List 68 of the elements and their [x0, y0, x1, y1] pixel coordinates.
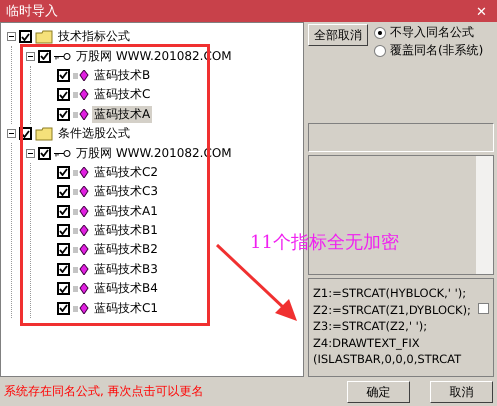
- gem-icon: [73, 89, 89, 100]
- tree-item[interactable]: 技术指标公式: [56, 28, 132, 46]
- checkbox[interactable]: [478, 303, 489, 314]
- collapse-toggle[interactable]: [26, 148, 35, 158]
- cancel-all-button[interactable]: 全部取消: [308, 24, 368, 46]
- gem-icon: [73, 206, 89, 217]
- radio-button[interactable]: [374, 44, 386, 56]
- tree-item[interactable]: 蓝码技术B3: [92, 260, 160, 278]
- code-line: (ISLASTBAR,0,0,0,STRCAT: [313, 351, 462, 368]
- gem-icon: [73, 264, 89, 275]
- gem-icon: [73, 186, 89, 198]
- window-title: 临时导入: [6, 3, 58, 20]
- collapse-toggle[interactable]: [7, 32, 16, 42]
- tree-item[interactable]: 蓝码技术B4: [92, 280, 160, 298]
- scrollbar[interactable]: [476, 156, 493, 274]
- checkbox[interactable]: [38, 146, 51, 160]
- folder-icon: [35, 126, 53, 141]
- gem-icon: [73, 70, 89, 81]
- checkbox[interactable]: [57, 88, 70, 102]
- checkbox[interactable]: [57, 243, 70, 256]
- checkbox[interactable]: [38, 50, 51, 63]
- checkbox[interactable]: [57, 282, 70, 296]
- close-button[interactable]: ✕: [472, 4, 491, 18]
- checkbox[interactable]: [57, 185, 70, 198]
- tree-item[interactable]: 蓝码技术C3: [92, 183, 160, 200]
- radio-label: 不导入同名公式: [390, 24, 474, 41]
- gem-icon: [73, 166, 89, 178]
- code-line: Z4:DRAWTEXT_FIX: [313, 334, 421, 351]
- gem-icon: [73, 225, 89, 236]
- checkbox[interactable]: [57, 68, 70, 82]
- gem-icon: [73, 244, 89, 256]
- dialog-button[interactable]: 确定: [347, 380, 410, 402]
- dialog-button[interactable]: 取消: [430, 380, 493, 402]
- code-line: Z2:=STRCAT(Z1,DYBLOCK);: [313, 302, 472, 318]
- key-icon: [54, 52, 71, 61]
- tree-item[interactable]: 蓝码技术C1: [92, 300, 160, 317]
- folder-icon: [35, 30, 53, 44]
- gem-icon: [73, 302, 89, 314]
- code-line: Z1:=STRCAT(HYBLOCK,' ');: [313, 285, 468, 302]
- checkbox[interactable]: [57, 166, 70, 179]
- minus-icon: [28, 152, 33, 154]
- radio-dot-icon: [378, 30, 382, 34]
- tree-item[interactable]: 蓝码技术A1: [92, 202, 160, 220]
- minus-icon: [9, 36, 14, 38]
- checkbox[interactable]: [19, 30, 32, 44]
- key-icon: [54, 148, 71, 158]
- tree-item[interactable]: 条件选股公式: [56, 125, 132, 142]
- checkbox[interactable]: [57, 302, 70, 315]
- tree-item[interactable]: 蓝码技术B1: [92, 222, 160, 240]
- tree-item[interactable]: 蓝码技术B: [92, 66, 152, 84]
- radio-label: 覆盖同名(非系统): [390, 42, 484, 59]
- collapse-toggle[interactable]: [7, 129, 16, 138]
- minus-icon: [28, 56, 33, 57]
- tree-item[interactable]: 蓝码技术A: [92, 106, 152, 123]
- checkbox[interactable]: [57, 108, 70, 121]
- minus-icon: [9, 133, 14, 134]
- radio-button[interactable]: [374, 26, 386, 38]
- tree-item[interactable]: 蓝码技术C: [92, 86, 152, 104]
- status-message: 系统存在同名公式, 再次点击可以更名: [4, 383, 204, 400]
- gem-icon: [73, 283, 89, 294]
- collapse-toggle[interactable]: [26, 52, 35, 61]
- tree-item[interactable]: 蓝码技术B2: [92, 241, 160, 258]
- checkbox[interactable]: [57, 204, 70, 218]
- code-line: Z3:=STRCAT(Z2,' ');: [313, 318, 428, 334]
- tree-item[interactable]: 蓝码技术C2: [92, 164, 160, 181]
- gem-icon: [73, 108, 89, 120]
- checkbox[interactable]: [57, 262, 70, 276]
- checkbox[interactable]: [57, 224, 70, 238]
